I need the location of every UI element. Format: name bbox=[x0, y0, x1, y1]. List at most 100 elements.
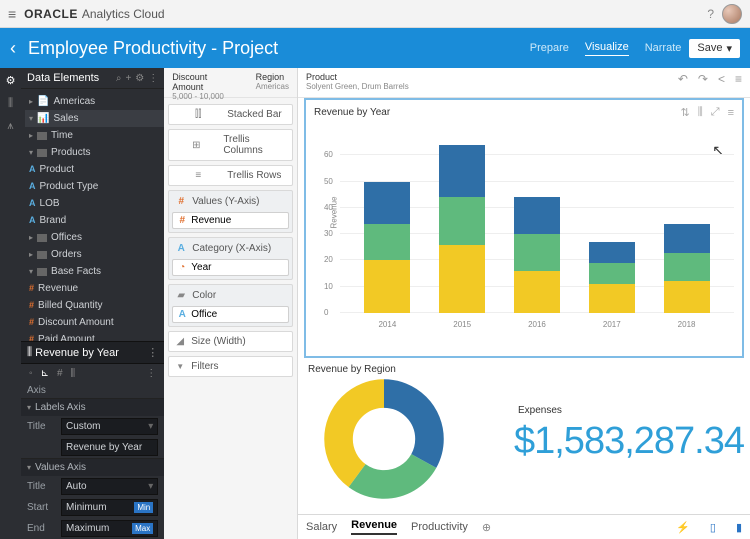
values-pill-revenue[interactable]: #Revenue bbox=[172, 212, 289, 229]
sort-icon[interactable]: ⇅ bbox=[680, 106, 689, 119]
expand-icon[interactable]: ⤢ bbox=[711, 106, 720, 119]
tree-sales[interactable]: ▾📊Sales bbox=[25, 110, 164, 127]
viz-revenue-by-year[interactable]: Revenue by Year ⇅ ⫼ ⤢ ≡ ↖ Revenue 010203… bbox=[304, 98, 744, 358]
tree-lob[interactable]: ALOB bbox=[25, 195, 164, 212]
tree-product-type[interactable]: AProduct Type bbox=[25, 178, 164, 195]
category-shelf[interactable]: ACategory (X-Axis) Year bbox=[168, 237, 293, 280]
left-panel: Data Elements ⌕ + ⚙ ⋮ ▸📄Americas ▾📊Sales… bbox=[21, 68, 164, 539]
layout-1-icon[interactable]: ▯ bbox=[710, 521, 716, 534]
undo-icon[interactable]: ↶ bbox=[678, 72, 688, 86]
values-end-select[interactable]: MaximumMax bbox=[61, 520, 158, 537]
canvas-header: ProductSolyent Green, Drum Barrels ↶ ↷ <… bbox=[298, 68, 750, 98]
axis-row: Axis bbox=[21, 383, 164, 398]
save-label: Save bbox=[697, 42, 722, 54]
color-pill-office[interactable]: AOffice bbox=[172, 306, 289, 323]
size-shelf[interactable]: Size (Width) bbox=[168, 331, 293, 352]
filters-shelf[interactable]: Filters bbox=[168, 356, 293, 377]
viz3-title: Expenses bbox=[518, 405, 744, 416]
viz1-title: Revenue by Year bbox=[314, 107, 390, 118]
redo-icon[interactable]: ↷ bbox=[698, 72, 708, 86]
canvas: ProductSolyent Green, Drum Barrels ↶ ↷ <… bbox=[298, 68, 750, 539]
rail-analytics-icon[interactable]: ⩚ bbox=[7, 120, 13, 133]
back-icon[interactable]: ‹ bbox=[10, 38, 16, 59]
category-pill-year[interactable]: Year bbox=[172, 259, 289, 276]
tool-2[interactable]: ⊾ bbox=[41, 368, 49, 379]
layout-2-icon[interactable]: ▮ bbox=[736, 521, 742, 534]
labels-value-row: Revenue by Year bbox=[21, 437, 164, 458]
values-title-select[interactable]: Auto▾ bbox=[61, 478, 158, 495]
tool-3[interactable]: # bbox=[57, 368, 63, 379]
labels-title-row: Title Custom▾ bbox=[21, 416, 164, 437]
rail-data-icon[interactable]: ⚙ bbox=[6, 74, 16, 87]
nav-prepare[interactable]: Prepare bbox=[530, 42, 569, 54]
menu-icon[interactable]: ⋮ bbox=[148, 73, 158, 84]
tree-brand[interactable]: ABrand bbox=[25, 212, 164, 229]
share-icon[interactable]: < bbox=[718, 72, 725, 86]
tab-salary[interactable]: Salary bbox=[306, 521, 337, 533]
tree-product[interactable]: AProduct bbox=[25, 161, 164, 178]
help-icon[interactable]: ? bbox=[707, 7, 714, 21]
grammar-title: Revenue by Year bbox=[35, 347, 119, 359]
crumb-product[interactable]: ProductSolyent Green, Drum Barrels bbox=[306, 72, 409, 91]
labels-title-select[interactable]: Custom▾ bbox=[61, 418, 158, 435]
crumb-discount[interactable]: Discount Amount5,000 - 10,000 bbox=[172, 72, 237, 101]
values-title-row: Title Auto▾ bbox=[21, 476, 164, 497]
avatar[interactable] bbox=[722, 4, 742, 24]
tree-orders[interactable]: ▸Orders bbox=[25, 246, 164, 263]
donut-chart bbox=[324, 379, 444, 499]
tool-1[interactable]: ◦ bbox=[29, 368, 33, 379]
section-menu-icon[interactable]: ⋮ bbox=[147, 346, 158, 359]
values-start-row: Start MinimumMin bbox=[21, 497, 164, 518]
nav-visualize[interactable]: Visualize bbox=[585, 41, 629, 56]
bolt-icon[interactable]: ⚡ bbox=[676, 521, 690, 534]
viz-menu-icon[interactable]: ≡ bbox=[728, 107, 734, 119]
labels-axis-head[interactable]: Labels Axis bbox=[21, 399, 164, 416]
values-axis-head[interactable]: Values Axis bbox=[21, 459, 164, 476]
data-elements-header: Data Elements ⌕ + ⚙ ⋮ bbox=[21, 68, 164, 89]
brand-suffix: Analytics Cloud bbox=[82, 7, 165, 21]
title-bar: ‹ Employee Productivity - Project Prepar… bbox=[0, 28, 750, 68]
gear-icon[interactable]: ⚙ bbox=[135, 73, 144, 84]
data-tree: ▸📄Americas ▾📊Sales ▸Time ▾Products AProd… bbox=[21, 89, 164, 341]
tree-paid-amount[interactable]: #Paid Amount bbox=[25, 331, 164, 341]
trellis-rows-shelf[interactable]: ≡Trellis Rows bbox=[168, 165, 293, 186]
chart-type-icon[interactable]: ⫼ bbox=[698, 106, 703, 119]
canvas-menu-icon[interactable]: ≡ bbox=[735, 72, 742, 86]
tree-billed-qty[interactable]: #Billed Quantity bbox=[25, 297, 164, 314]
viz-revenue-by-region[interactable]: Revenue by Region bbox=[304, 362, 504, 504]
tree-revenue[interactable]: #Revenue bbox=[25, 280, 164, 297]
tool-4[interactable]: ⫼ bbox=[71, 368, 76, 379]
tree-discount-amount[interactable]: #Discount Amount bbox=[25, 314, 164, 331]
tree-base-facts[interactable]: ▾Base Facts bbox=[25, 263, 164, 280]
grammar-mini-toolbar: ◦ ⊾ # ⫼ ⋮ bbox=[21, 364, 164, 383]
search-icon[interactable]: ⌕ bbox=[116, 73, 122, 84]
add-canvas-icon[interactable]: ⊕ bbox=[482, 521, 491, 534]
bar-chart-icon: ⫼ bbox=[27, 346, 32, 359]
tree-americas[interactable]: ▸📄Americas bbox=[25, 93, 164, 110]
hamburger-icon[interactable]: ≡ bbox=[8, 6, 16, 22]
chevron-down-icon: ▾ bbox=[726, 42, 732, 55]
grammar-section-header: ⫼ Revenue by Year ⋮ bbox=[21, 341, 164, 364]
tool-menu[interactable]: ⋮ bbox=[146, 368, 156, 379]
color-shelf[interactable]: Color AOffice bbox=[168, 284, 293, 327]
canvas-tabs: Salary Revenue Productivity ⊕ ⚡ ▯ ▮ bbox=[298, 514, 750, 539]
values-end-row: End MaximumMax bbox=[21, 518, 164, 539]
add-icon[interactable]: + bbox=[125, 73, 131, 84]
rail-chart-icon[interactable]: ⫼ bbox=[8, 97, 13, 110]
crumb-region[interactable]: RegionAmericas bbox=[256, 72, 289, 91]
tree-products[interactable]: ▾Products bbox=[25, 144, 164, 161]
values-shelf[interactable]: #Values (Y-Axis) #Revenue bbox=[168, 190, 293, 233]
tab-productivity[interactable]: Productivity bbox=[411, 521, 468, 533]
tree-offices[interactable]: ▸Offices bbox=[25, 229, 164, 246]
tab-revenue[interactable]: Revenue bbox=[351, 519, 397, 535]
viz-type-select[interactable]: ⫿⫿Stacked Bar bbox=[168, 104, 293, 125]
y-axis-label: Revenue bbox=[330, 196, 339, 228]
trellis-columns-shelf[interactable]: ⊞Trellis Columns bbox=[168, 129, 293, 161]
nav-narrate[interactable]: Narrate bbox=[645, 42, 682, 54]
brand-name: ORACLE bbox=[24, 7, 78, 21]
viz-expenses[interactable]: Expenses $1,583,287.34 bbox=[514, 403, 744, 463]
values-start-select[interactable]: MinimumMin bbox=[61, 499, 158, 516]
labels-value-input[interactable]: Revenue by Year bbox=[61, 439, 158, 456]
tree-time[interactable]: ▸Time bbox=[25, 127, 164, 144]
save-button[interactable]: Save ▾ bbox=[689, 39, 740, 58]
